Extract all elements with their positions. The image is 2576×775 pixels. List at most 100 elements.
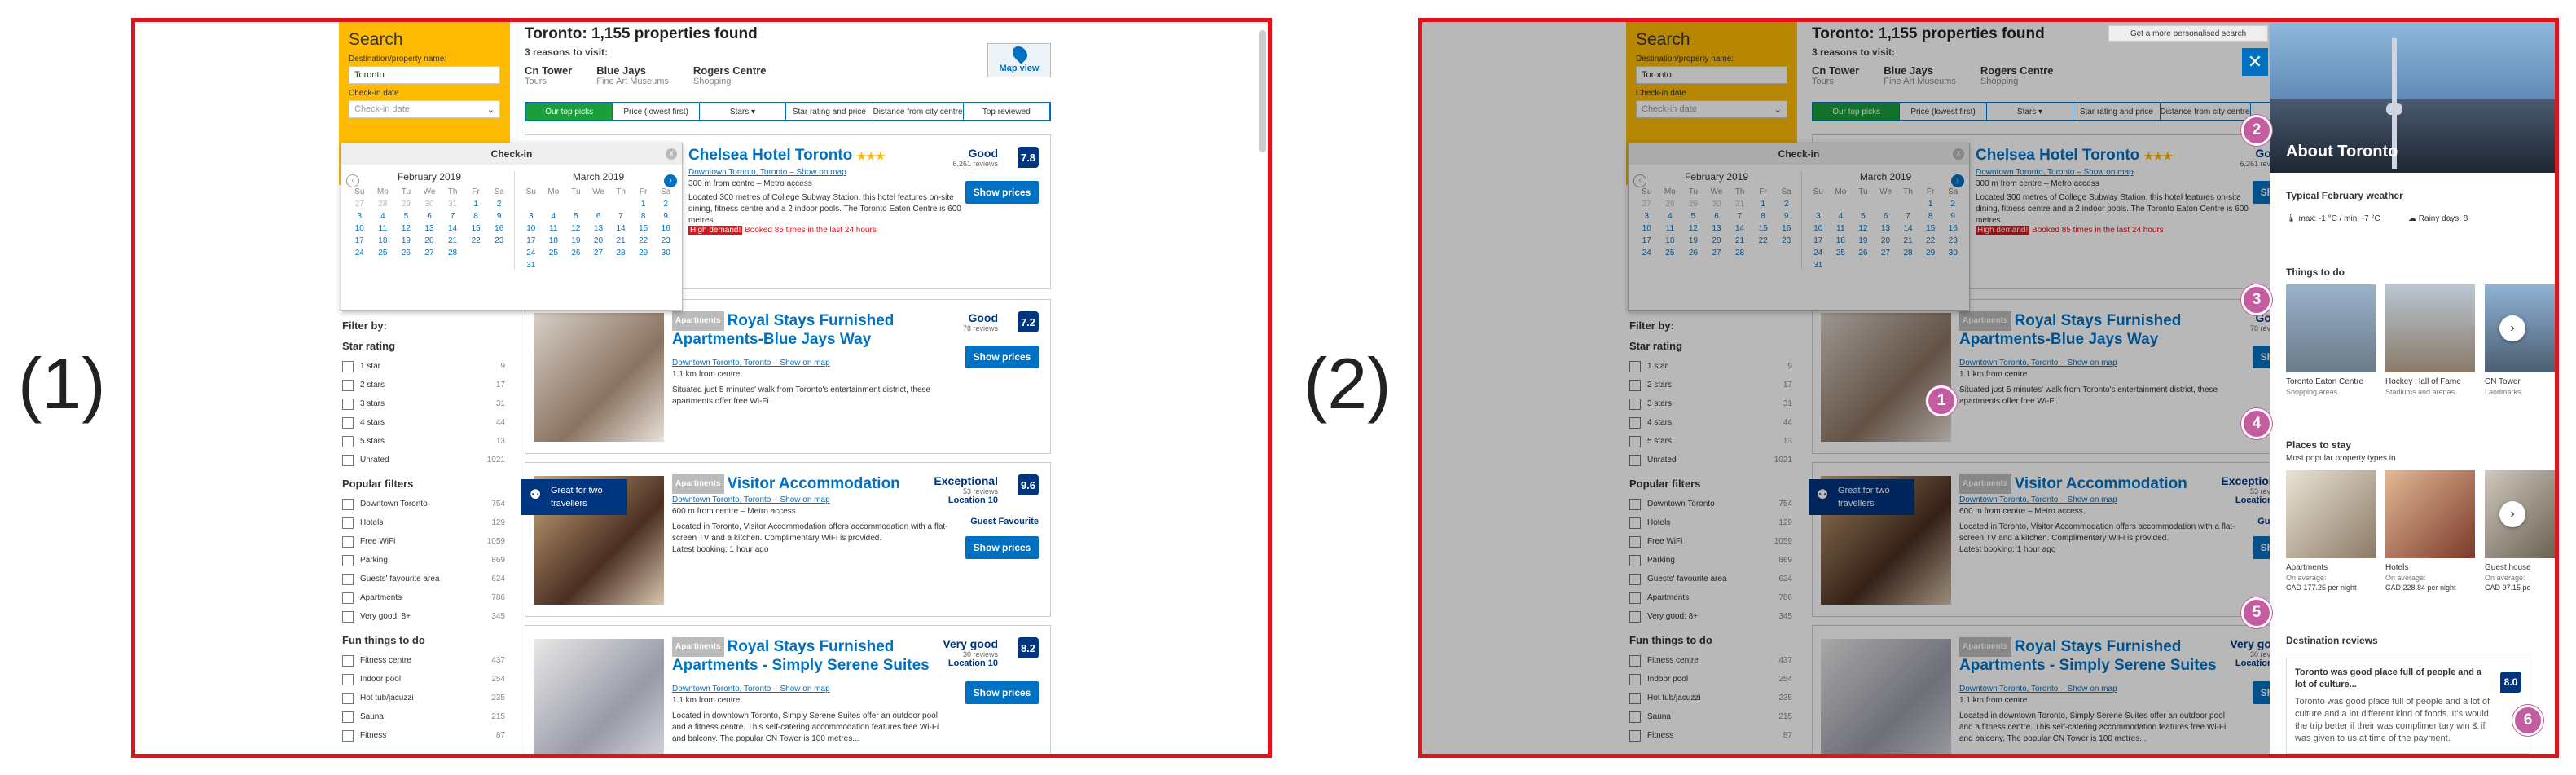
- calendar-day[interactable]: 22: [464, 236, 488, 245]
- filter-option[interactable]: Hot tub/jacuzzi 235: [342, 689, 505, 707]
- calendar-day[interactable]: 22: [632, 236, 655, 245]
- property-name[interactable]: Chelsea Hotel Toronto ★★★: [688, 147, 957, 165]
- filter-option[interactable]: Parking 869: [342, 551, 505, 570]
- calendar-day[interactable]: 5: [565, 212, 587, 221]
- filter-option[interactable]: Downtown Toronto 754: [342, 495, 505, 513]
- calendar-day[interactable]: 8: [632, 212, 655, 221]
- filter-option[interactable]: Free WiFi 1059: [342, 532, 505, 551]
- filter-option[interactable]: Guests' favourite area 624: [342, 570, 505, 588]
- calendar-day[interactable]: 12: [394, 224, 418, 233]
- calendar-day[interactable]: 27: [418, 249, 442, 258]
- filter-checkbox[interactable]: [342, 360, 354, 372]
- calendar-day[interactable]: 14: [609, 224, 632, 233]
- calendar-day[interactable]: 19: [394, 236, 418, 245]
- destination-input[interactable]: Toronto: [349, 66, 500, 84]
- filter-checkbox[interactable]: [342, 711, 354, 723]
- filter-option[interactable]: Fitness centre 437: [342, 651, 505, 670]
- attraction-card[interactable]: CN Tower Landmarks: [2485, 284, 2555, 396]
- calendar-day[interactable]: 29: [632, 249, 655, 258]
- property-name[interactable]: Apartments Royal Stays Furnished Apartmen…: [672, 637, 941, 675]
- property-name[interactable]: Apartments Royal Stays Furnished Apartmen…: [672, 311, 941, 349]
- tab-stars[interactable]: Stars ▾: [700, 103, 787, 120]
- property-photo[interactable]: [534, 313, 664, 442]
- calendar-day[interactable]: 7: [441, 212, 464, 221]
- filter-checkbox[interactable]: [342, 610, 354, 623]
- page-scrollbar[interactable]: [1259, 30, 1266, 152]
- calendar-day[interactable]: 13: [418, 224, 442, 233]
- show-prices-button[interactable]: Show prices: [965, 346, 1039, 368]
- property-card[interactable]: Apartments Royal Stays Furnished Apartmen…: [525, 625, 1051, 754]
- map-view-button[interactable]: Map view: [987, 43, 1051, 77]
- filter-option[interactable]: 1 star 9: [342, 357, 505, 376]
- stay-type-card[interactable]: Hotels On average: CAD 228.84 per night: [2385, 470, 2475, 592]
- calendar-day[interactable]: 16: [487, 224, 511, 233]
- calendar-day[interactable]: 3: [348, 212, 371, 221]
- filter-option[interactable]: Very good: 8+ 345: [342, 607, 505, 626]
- filter-option[interactable]: Apartments 786: [342, 588, 505, 607]
- calendar-day[interactable]: 5: [394, 212, 418, 221]
- filter-option[interactable]: Indoor pool 254: [342, 670, 505, 689]
- show-prices-button[interactable]: Show prices: [965, 536, 1039, 559]
- calendar-day[interactable]: 23: [487, 236, 511, 245]
- calendar-day[interactable]: 17: [520, 236, 543, 245]
- calendar-day[interactable]: 20: [587, 236, 610, 245]
- calendar-day[interactable]: 26: [394, 249, 418, 258]
- show-prices-button[interactable]: Show prices: [965, 681, 1039, 704]
- tab-top-reviewed[interactable]: Top reviewed: [964, 103, 1049, 120]
- filter-checkbox[interactable]: [342, 592, 354, 604]
- calendar-day[interactable]: 15: [464, 224, 488, 233]
- calendar-day[interactable]: 9: [654, 212, 677, 221]
- reason-item[interactable]: Blue Jays Fine Art Museums: [596, 64, 669, 86]
- calendar-day[interactable]: 8: [464, 212, 488, 221]
- filter-option[interactable]: 3 stars 31: [342, 394, 505, 413]
- calendar-day[interactable]: 3: [520, 212, 543, 221]
- property-location-link[interactable]: Downtown Toronto, Toronto – Show on map: [672, 359, 830, 368]
- tab-top-picks[interactable]: Our top picks: [526, 103, 613, 120]
- filter-option[interactable]: Sauna 215: [342, 707, 505, 726]
- property-card[interactable]: Apartments Royal Stays Furnished Apartmen…: [525, 299, 1051, 454]
- property-photo[interactable]: [534, 639, 664, 754]
- calendar-day[interactable]: 21: [441, 236, 464, 245]
- chevron-right-icon[interactable]: ›: [2499, 501, 2525, 527]
- tab-distance[interactable]: Distance from city centre: [873, 103, 964, 120]
- calendar-day[interactable]: 24: [348, 249, 371, 258]
- calendar-day[interactable]: 18: [543, 236, 565, 245]
- calendar-day[interactable]: 6: [418, 212, 442, 221]
- attraction-card[interactable]: Toronto Eaton Centre Shopping areas: [2286, 284, 2376, 396]
- filter-checkbox[interactable]: [342, 517, 354, 529]
- reason-item[interactable]: Cn Tower Tours: [525, 64, 572, 86]
- stay-type-card[interactable]: Guest house On average: CAD 97.15 pe: [2485, 470, 2555, 592]
- calendar-day[interactable]: 11: [371, 224, 395, 233]
- filter-option[interactable]: Unrated 1021: [342, 451, 505, 469]
- filter-checkbox[interactable]: [342, 454, 354, 466]
- calendar-day[interactable]: 15: [632, 224, 655, 233]
- calendar-day[interactable]: 11: [543, 224, 565, 233]
- filter-option[interactable]: 2 stars 17: [342, 376, 505, 394]
- filter-checkbox[interactable]: [342, 498, 354, 510]
- tab-price[interactable]: Price (lowest first): [613, 103, 700, 120]
- calendar-day[interactable]: 27: [348, 200, 371, 209]
- filter-option[interactable]: Hotels 129: [342, 513, 505, 532]
- calendar-day[interactable]: 9: [487, 212, 511, 221]
- calendar-day[interactable]: 21: [609, 236, 632, 245]
- stay-type-card[interactable]: Apartments On average: CAD 177.25 per nigh…: [2286, 470, 2376, 592]
- calendar-day[interactable]: 19: [565, 236, 587, 245]
- calendar-day[interactable]: 25: [543, 249, 565, 258]
- filter-checkbox[interactable]: [342, 416, 354, 429]
- calendar-day[interactable]: 1: [464, 200, 488, 209]
- calendar-day[interactable]: 2: [654, 200, 677, 209]
- filter-option[interactable]: 4 stars 44: [342, 413, 505, 432]
- calendar-day[interactable]: 1: [632, 200, 655, 209]
- property-name[interactable]: Apartments Visitor Accommodation: [672, 474, 941, 494]
- filter-checkbox[interactable]: [342, 673, 354, 685]
- reason-item[interactable]: Rogers Centre Shopping: [693, 64, 767, 86]
- filter-checkbox[interactable]: [342, 654, 354, 667]
- destination-review-card[interactable]: Toronto was good place full of people an…: [2286, 658, 2530, 754]
- calendar-day[interactable]: 28: [609, 249, 632, 258]
- checkin-input[interactable]: Check-in date ⌄: [349, 100, 500, 118]
- property-location-link[interactable]: Downtown Toronto, Toronto – Show on map: [688, 168, 846, 177]
- calendar-day[interactable]: 16: [654, 224, 677, 233]
- filter-checkbox[interactable]: [342, 398, 354, 410]
- attraction-card[interactable]: Hockey Hall of Fame Stadiums and arenas: [2385, 284, 2475, 396]
- filter-checkbox[interactable]: [342, 535, 354, 548]
